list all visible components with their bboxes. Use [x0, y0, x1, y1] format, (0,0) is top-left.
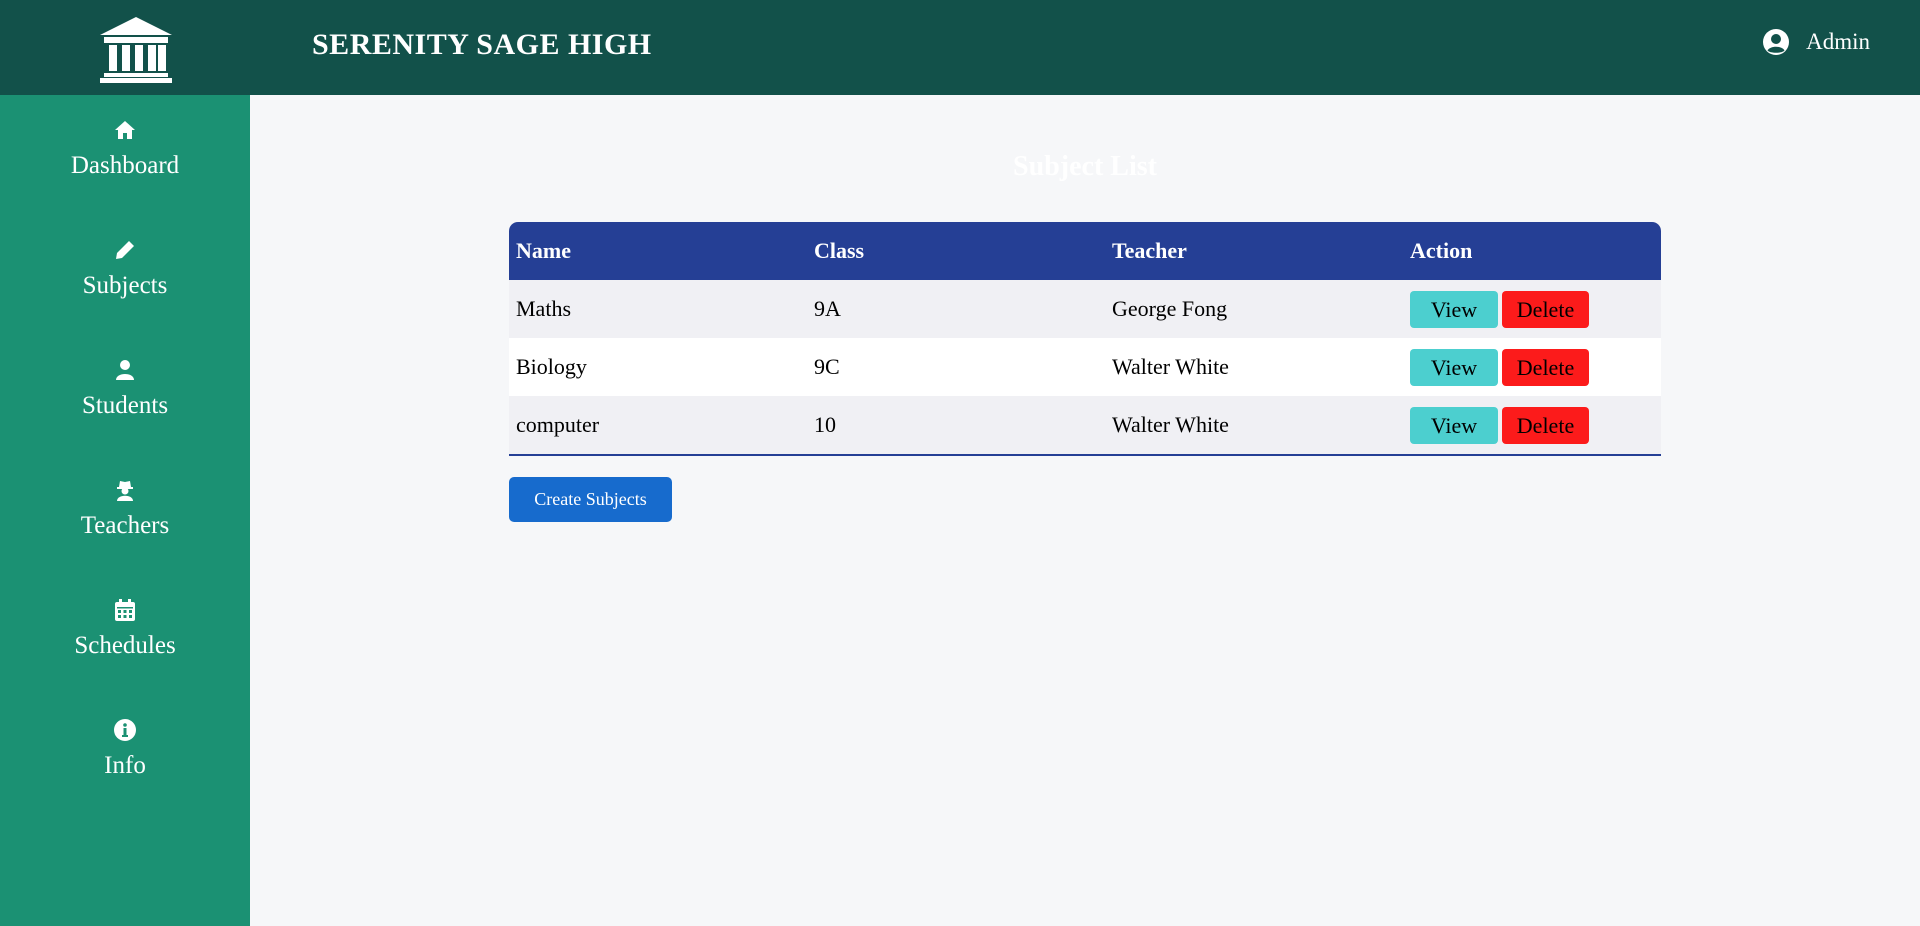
- column-header-name: Name: [516, 238, 571, 263]
- sidebar-item-teachers[interactable]: Teachers: [0, 478, 250, 588]
- sidebar-item-label: Schedules: [74, 632, 176, 659]
- class-cell: 9C: [814, 354, 840, 379]
- info-icon: [114, 719, 136, 741]
- teacher-cell: George Fong: [1112, 296, 1228, 321]
- admin-label: Admin: [1806, 29, 1870, 54]
- create-subjects-button[interactable]: Create Subjects: [509, 477, 672, 522]
- action-cell: View Delete: [1403, 280, 1661, 338]
- action-cell: View Delete: [1403, 338, 1661, 396]
- view-button[interactable]: View: [1410, 348, 1498, 386]
- calendar-icon: [115, 599, 135, 621]
- table-row: computer 10 Walter White View Delete: [509, 396, 1661, 456]
- user-circle-icon: [1763, 29, 1790, 55]
- sidebar-item-students[interactable]: Students: [0, 358, 250, 468]
- subject-name-cell: Biology: [516, 354, 587, 379]
- sidebar-item-subjects[interactable]: Subjects: [0, 238, 250, 348]
- sidebar-item-label: Dashboard: [70, 152, 180, 179]
- teacher-cell: Walter White: [1112, 354, 1229, 379]
- column-header-class: Class: [814, 238, 865, 263]
- action-cell: View Delete: [1403, 396, 1661, 456]
- school-building-icon: [100, 17, 172, 83]
- column-header-teacher: Teacher: [1112, 238, 1187, 263]
- delete-button[interactable]: Delete: [1502, 406, 1589, 444]
- school-name: SERENITY SAGE HIGH: [312, 28, 652, 61]
- subject-name-cell: Maths: [516, 296, 571, 321]
- table-row: Biology 9C Walter White View Delete: [509, 338, 1661, 396]
- subject-table: Name Class Teacher Action Maths 9A Georg…: [509, 222, 1661, 456]
- sidebar-item-dashboard[interactable]: Dashboard: [0, 118, 250, 228]
- teacher-cell: Walter White: [1105, 396, 1403, 456]
- sidebar: Dashboard Subjects Students Teachers Sch…: [0, 95, 250, 926]
- table-header-row: Name Class Teacher Action: [509, 222, 1661, 280]
- view-button[interactable]: View: [1410, 406, 1498, 444]
- user-icon: [116, 360, 134, 380]
- top-header: SERENITY SAGE HIGH Admin: [0, 0, 1920, 95]
- home-icon: [115, 121, 135, 139]
- pencil-icon: [116, 241, 134, 259]
- sidebar-item-label: Teachers: [80, 512, 170, 539]
- delete-button[interactable]: Delete: [1502, 348, 1589, 386]
- view-button[interactable]: View: [1410, 290, 1498, 328]
- admin-user-menu[interactable]: Admin: [1762, 28, 1870, 56]
- delete-button[interactable]: Delete: [1502, 290, 1589, 328]
- teacher-icon: [117, 481, 133, 501]
- class-cell: 9A: [814, 296, 841, 321]
- subject-table-container: Name Class Teacher Action Maths 9A Georg…: [509, 222, 1661, 456]
- main-content: Subject List Name Class Teacher Action M…: [250, 95, 1920, 926]
- sidebar-item-label: Subjects: [82, 272, 168, 299]
- column-header-action: Action: [1410, 238, 1473, 263]
- subject-name-cell: computer: [509, 396, 807, 456]
- sidebar-item-schedules[interactable]: Schedules: [0, 598, 250, 708]
- sidebar-item-label: Info: [104, 752, 146, 779]
- page-title: Subject List: [1013, 151, 1157, 182]
- sidebar-item-label: Students: [81, 392, 169, 419]
- class-cell: 10: [807, 396, 1105, 456]
- table-row: Maths 9A George Fong View Delete: [509, 280, 1661, 338]
- sidebar-item-info[interactable]: Info: [0, 718, 250, 828]
